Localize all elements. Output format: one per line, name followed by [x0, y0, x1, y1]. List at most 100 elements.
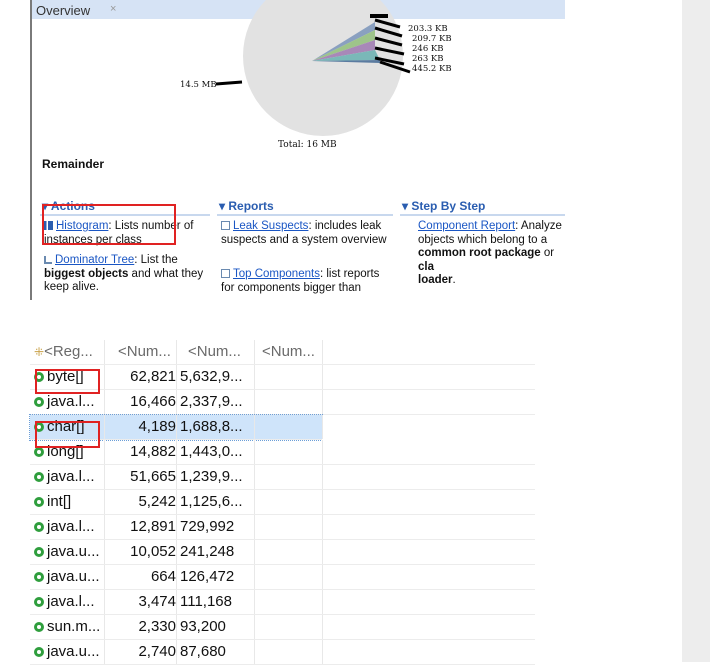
component-desc-mid: or: [540, 247, 555, 259]
column-divider: [322, 390, 323, 414]
highlight-box: [35, 369, 100, 394]
remainder-label: Remainder: [42, 157, 105, 171]
column-divider: [104, 540, 105, 564]
component-bold-3: loader: [418, 274, 453, 286]
objects-cell: 2,740: [138, 643, 176, 660]
class-icon: [34, 397, 44, 407]
table-row[interactable]: long[] 14,882 1,443,0...: [30, 440, 535, 465]
table-row[interactable]: java.l... 16,466 2,337,9...: [30, 390, 535, 415]
right-gutter: [682, 0, 710, 662]
column-divider: [254, 465, 255, 489]
class-icon: [34, 572, 44, 582]
leak-suspects-link[interactable]: Leak Suspects: [233, 220, 308, 232]
table-row[interactable]: java.u... 664 126,472: [30, 565, 535, 590]
column-divider: [104, 340, 105, 364]
column-divider: [104, 440, 105, 464]
column-divider: [322, 365, 323, 389]
reports-section-header[interactable]: ▾ Reports: [219, 199, 274, 214]
column-header-objects[interactable]: <Num...: [118, 340, 171, 364]
column-divider: [322, 440, 323, 464]
column-divider: [254, 340, 255, 364]
objects-cell: 2,330: [138, 618, 176, 635]
column-divider: [104, 590, 105, 614]
column-divider: [254, 490, 255, 514]
class-icon: [34, 497, 44, 507]
overview-panel: Overview × 203.3 KB 209.7 KB 246 KB 263 …: [30, 0, 565, 300]
column-divider: [254, 540, 255, 564]
component-desc-end: .: [452, 274, 456, 286]
dominator-tree-link[interactable]: Dominator Tree: [55, 254, 134, 266]
leader-line-2: [374, 26, 403, 38]
column-divider: [254, 415, 255, 439]
column-divider: [322, 465, 323, 489]
component-bold-2: cla: [418, 260, 434, 273]
class-icon: [34, 597, 44, 607]
table-row[interactable]: java.u... 10,052 241,248: [30, 540, 535, 565]
class-name-cell: java.u...: [34, 540, 104, 564]
column-divider: [104, 565, 105, 589]
pie-label: 246 KB: [412, 44, 444, 54]
component-report-link[interactable]: Component Report: [418, 220, 515, 232]
table-row[interactable]: byte[] 62,821 5,632,9...: [30, 365, 535, 390]
column-header-shallow-heap[interactable]: <Num...: [188, 340, 241, 364]
class-name-cell: java.l...: [34, 515, 104, 539]
table-header: ⁜<Reg... <Num... <Num... <Num...: [30, 340, 535, 365]
dominator-desc: : List the: [134, 254, 178, 266]
leader-line-top: [370, 14, 388, 18]
shallow-heap-cell: 241,248: [180, 543, 235, 560]
pie-label-remainder: 14.5 MB: [180, 80, 217, 90]
table-row[interactable]: java.l... 51,665 1,239,9...: [30, 465, 535, 490]
column-divider: [104, 490, 105, 514]
class-name: java.l...: [47, 468, 95, 485]
column-divider: [104, 615, 105, 639]
histogram-table: ⁜<Reg... <Num... <Num... <Num... byte[] 6…: [29, 340, 535, 665]
column-divider: [254, 590, 255, 614]
class-icon: [34, 547, 44, 557]
column-header-retained-heap[interactable]: <Num...: [262, 340, 315, 364]
objects-cell: 62,821: [130, 368, 176, 385]
column-divider: [176, 415, 177, 439]
leader-line-4: [374, 46, 405, 56]
reports-header-text: Reports: [228, 199, 274, 213]
leader-line-3: [374, 36, 403, 47]
table-row[interactable]: java.u... 2,740 87,680: [30, 640, 535, 665]
column-divider: [254, 565, 255, 589]
class-icon: [34, 622, 44, 632]
table-row[interactable]: sun.m... 2,330 93,200: [30, 615, 535, 640]
shallow-heap-cell: 5,632,9...: [180, 368, 243, 385]
table-row[interactable]: java.l... 3,474 111,168: [30, 590, 535, 615]
class-name-cell: java.u...: [34, 640, 104, 664]
pie-label: 203.3 KB: [408, 24, 448, 34]
column-divider: [322, 540, 323, 564]
class-icon: [34, 522, 44, 532]
section-toggle-icon: ▾: [219, 199, 229, 213]
highlight-box: [35, 421, 100, 448]
step-section-header[interactable]: ▾ Step By Step: [402, 199, 485, 214]
column-divider: [176, 640, 177, 664]
table-row[interactable]: int[] 5,242 1,125,6...: [30, 490, 535, 515]
top-components-link[interactable]: Top Components: [233, 268, 320, 280]
column-divider: [104, 415, 105, 439]
column-divider: [176, 540, 177, 564]
objects-cell: 4,189: [138, 418, 176, 435]
column-divider: [176, 465, 177, 489]
objects-cell: 664: [150, 568, 176, 585]
column-divider: [176, 590, 177, 614]
column-divider: [322, 565, 323, 589]
table-row[interactable]: java.l... 12,891 729,992: [30, 515, 535, 540]
column-divider: [176, 615, 177, 639]
report-icon: [221, 221, 230, 230]
objects-cell: 14,882: [130, 443, 176, 460]
class-name: java.l...: [47, 393, 95, 410]
class-name: java.u...: [47, 543, 100, 560]
column-divider: [176, 365, 177, 389]
action-dominator: Dominator Tree: List the biggest objects…: [44, 254, 214, 295]
shallow-heap-cell: 1,688,8...: [180, 418, 243, 435]
shallow-heap-cell: 2,337,9...: [180, 393, 243, 410]
pie-slices: [215, 14, 411, 86]
shallow-heap-cell: 93,200: [180, 618, 226, 635]
column-divider: [104, 390, 105, 414]
class-name-cell: java.u...: [34, 565, 104, 589]
class-name: sun.m...: [47, 618, 101, 635]
column-header-class[interactable]: ⁜<Reg...: [34, 340, 104, 364]
